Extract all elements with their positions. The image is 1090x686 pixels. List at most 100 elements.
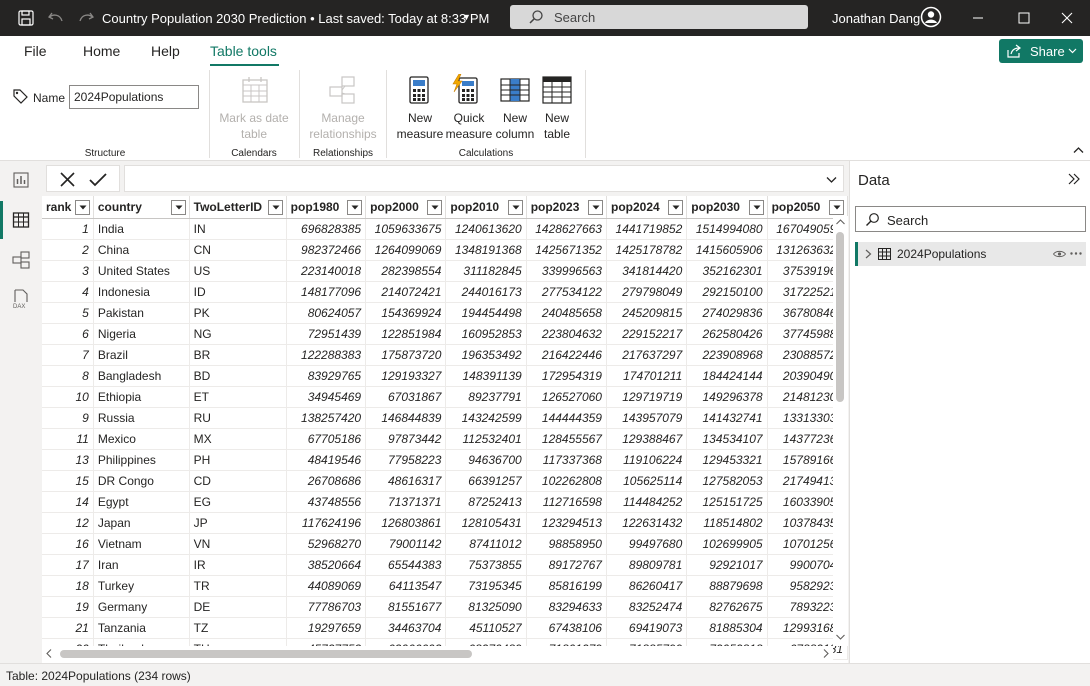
- tab-file[interactable]: File: [24, 43, 47, 59]
- table-cell[interactable]: 1: [42, 218, 94, 240]
- table-cell[interactable]: DE: [189, 596, 287, 618]
- table-cell[interactable]: 118514802: [686, 512, 768, 534]
- table-cell[interactable]: 88879698: [686, 575, 768, 597]
- scroll-down-icon[interactable]: [836, 634, 845, 640]
- table-cell[interactable]: 175873720: [365, 344, 447, 366]
- table-cell[interactable]: 67705186: [286, 428, 367, 450]
- table-cell[interactable]: 87411012: [445, 533, 527, 555]
- table-cell[interactable]: 1428627663: [526, 218, 607, 240]
- table-cell[interactable]: 87252413: [445, 491, 527, 513]
- table-cell[interactable]: 1441719852: [606, 218, 688, 240]
- model-view-icon[interactable]: [12, 251, 30, 269]
- table-cell[interactable]: 81325090: [445, 596, 527, 618]
- table-cell[interactable]: 26708686: [286, 470, 367, 492]
- table-cell[interactable]: 52968270: [286, 533, 367, 555]
- table-cell[interactable]: 14: [42, 491, 94, 513]
- table-cell[interactable]: Indonesia: [93, 281, 190, 303]
- table-cell[interactable]: 127582053: [686, 470, 768, 492]
- table-cell[interactable]: 21: [42, 617, 94, 639]
- table-cell[interactable]: 75373855: [445, 554, 527, 576]
- table-cell[interactable]: 129388467: [606, 428, 688, 450]
- column-header[interactable]: pop2023: [526, 196, 607, 219]
- column-header[interactable]: country: [93, 196, 190, 219]
- table-cell[interactable]: 89172767: [526, 554, 607, 576]
- title-chevron-down-icon[interactable]: ▼: [462, 12, 471, 22]
- table-cell[interactable]: 194454498: [445, 302, 527, 324]
- table-cell[interactable]: Russia: [93, 407, 190, 429]
- table-cell[interactable]: 48419546: [286, 449, 367, 471]
- table-cell[interactable]: IN: [189, 218, 287, 240]
- table-cell[interactable]: 279798049: [606, 281, 688, 303]
- table-cell[interactable]: 43748556: [286, 491, 367, 513]
- table-cell[interactable]: 15: [42, 470, 94, 492]
- share-button[interactable]: Share: [999, 39, 1083, 63]
- table-cell[interactable]: 44089069: [286, 575, 367, 597]
- save-icon[interactable]: [17, 9, 35, 27]
- table-cell[interactable]: 94636700: [445, 449, 527, 471]
- column-header[interactable]: rank: [42, 196, 94, 219]
- table-cell[interactable]: Nigeria: [93, 323, 190, 345]
- column-filter-dropdown[interactable]: [507, 200, 523, 215]
- table-cell[interactable]: 1264099069: [365, 239, 447, 261]
- table-cell[interactable]: 45110527: [445, 617, 527, 639]
- table-cell[interactable]: 65544383: [365, 554, 447, 576]
- cancel-formula-icon[interactable]: [60, 172, 75, 187]
- undo-icon[interactable]: [47, 9, 65, 27]
- table-cell[interactable]: 138257420: [286, 407, 367, 429]
- table-cell[interactable]: DR Congo: [93, 470, 190, 492]
- table-cell[interactable]: 11: [42, 428, 94, 450]
- table-cell[interactable]: 122851984: [365, 323, 447, 345]
- table-cell[interactable]: Japan: [93, 512, 190, 534]
- table-cell[interactable]: 89237791: [445, 386, 527, 408]
- table-cell[interactable]: China: [93, 239, 190, 261]
- table-cell[interactable]: 34945469: [286, 386, 367, 408]
- table-cell[interactable]: 3: [42, 260, 94, 282]
- chevron-right-icon[interactable]: [865, 249, 872, 259]
- table-cell[interactable]: 134534107: [686, 428, 768, 450]
- table-cell[interactable]: Pakistan: [93, 302, 190, 324]
- table-cell[interactable]: TZ: [189, 617, 287, 639]
- table-cell[interactable]: NG: [189, 323, 287, 345]
- table-cell[interactable]: 341814420: [606, 260, 688, 282]
- table-cell[interactable]: 174701211: [606, 365, 688, 387]
- table-cell[interactable]: 4: [42, 281, 94, 303]
- table-cell[interactable]: 83929765: [286, 365, 367, 387]
- collapse-ribbon-icon[interactable]: [1073, 146, 1084, 154]
- table-cell[interactable]: 8: [42, 365, 94, 387]
- table-cell[interactable]: ID: [189, 281, 287, 303]
- scroll-left-icon[interactable]: [46, 649, 52, 658]
- minimize-button[interactable]: [955, 0, 1001, 36]
- table-cell[interactable]: 13: [42, 449, 94, 471]
- table-cell[interactable]: 126803861: [365, 512, 447, 534]
- column-filter-dropdown[interactable]: [267, 200, 283, 215]
- table-cell[interactable]: 7: [42, 344, 94, 366]
- tab-home[interactable]: Home: [83, 43, 120, 59]
- table-cell[interactable]: 172954319: [526, 365, 607, 387]
- table-cell[interactable]: 160952853: [445, 323, 527, 345]
- table-cell[interactable]: 141432741: [686, 407, 768, 429]
- table-view-icon[interactable]: [12, 211, 30, 229]
- table-cell[interactable]: 229152217: [606, 323, 688, 345]
- table-cell[interactable]: 123294513: [526, 512, 607, 534]
- table-cell[interactable]: 19: [42, 596, 94, 618]
- column-filter-dropdown[interactable]: [668, 200, 684, 215]
- table-cell[interactable]: 102699905: [686, 533, 768, 555]
- table-cell[interactable]: 112532401: [445, 428, 527, 450]
- table-cell[interactable]: PK: [189, 302, 287, 324]
- table-cell[interactable]: RU: [189, 407, 287, 429]
- table-cell[interactable]: 223804632: [526, 323, 607, 345]
- table-cell[interactable]: 122288383: [286, 344, 367, 366]
- table-cell[interactable]: 83252474: [606, 596, 688, 618]
- table-cell[interactable]: 1425178782: [606, 239, 688, 261]
- table-cell[interactable]: 148177096: [286, 281, 367, 303]
- more-options-icon[interactable]: [1070, 252, 1082, 255]
- table-cell[interactable]: 129193327: [365, 365, 447, 387]
- table-cell[interactable]: 10: [42, 386, 94, 408]
- table-cell[interactable]: 282398554: [365, 260, 447, 282]
- table-cell[interactable]: 149296378: [686, 386, 768, 408]
- table-cell[interactable]: 184424144: [686, 365, 768, 387]
- table-cell[interactable]: 98858950: [526, 533, 607, 555]
- column-filter-dropdown[interactable]: [74, 200, 90, 215]
- table-cell[interactable]: 245209815: [606, 302, 688, 324]
- table-cell[interactable]: 83294633: [526, 596, 607, 618]
